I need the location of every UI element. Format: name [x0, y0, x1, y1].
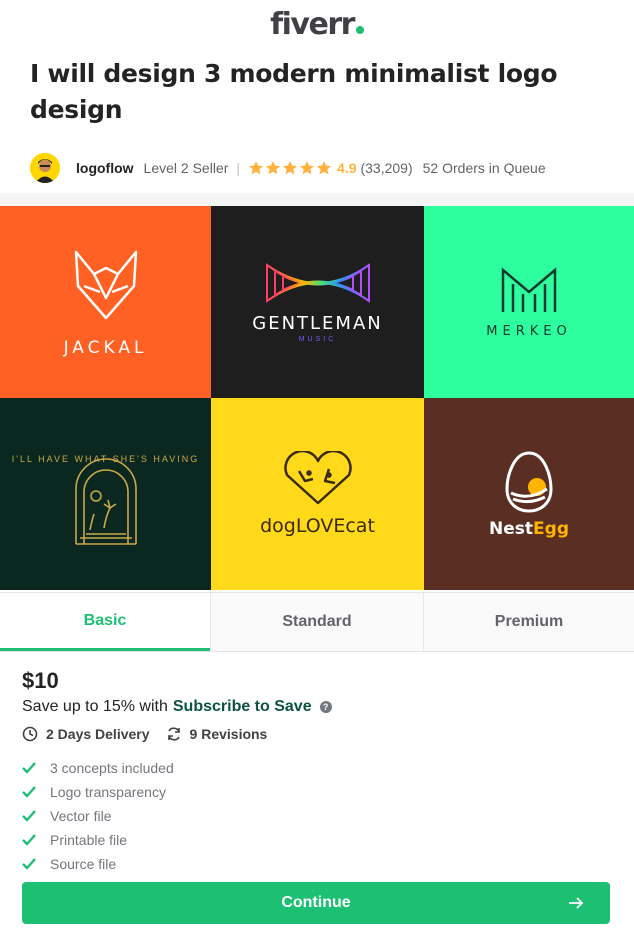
star-icon [316, 161, 332, 175]
gig-title: I will design 3 modern minimalist logo d… [30, 59, 558, 124]
gallery-image-jackal[interactable]: JACKAL [0, 206, 211, 398]
star-icon [299, 161, 315, 175]
delivery-time: 2 Days Delivery [22, 726, 150, 742]
star-icon [248, 161, 264, 175]
feature-list: 3 concepts included Logo transparency Ve… [22, 756, 174, 876]
gallery-band [0, 193, 634, 206]
check-icon [22, 834, 36, 846]
review-count[interactable]: (33,209) [360, 160, 412, 176]
rating-stars [248, 160, 333, 176]
delivery-text: 2 Days Delivery [46, 726, 150, 742]
doglovecat-wordmark: dogLOVEcat [260, 515, 375, 537]
tab-basic[interactable]: Basic [0, 593, 210, 651]
arch-badge-icon [74, 458, 137, 545]
gentleman-subtext: MUSIC [298, 336, 337, 343]
feature-item: Printable file [22, 828, 174, 852]
fiverr-logo[interactable]: fiverr [270, 7, 364, 42]
seller-overview: logoflow Level 2 Seller | 4.9 (33,209) 5… [30, 150, 620, 186]
clock-icon [22, 726, 38, 742]
feature-text: 3 concepts included [50, 760, 174, 776]
star-icon [282, 161, 298, 175]
seller-level: Level 2 Seller [143, 160, 229, 176]
star-icon [265, 161, 281, 175]
refresh-icon [167, 727, 180, 741]
gallery-image-nestegg[interactable]: NestEgg [424, 398, 634, 590]
nestegg-egg-text: Egg [533, 519, 569, 539]
package-tabs: Basic Standard Premium [0, 592, 634, 652]
continue-label: Continue [281, 894, 351, 911]
check-icon [22, 786, 36, 798]
feature-text: Source file [50, 856, 117, 872]
seller-name[interactable]: logoflow [76, 160, 134, 176]
arrow-right-icon [569, 897, 584, 909]
divider: | [236, 160, 241, 176]
heart-pets-icon [283, 451, 352, 505]
feature-text: Logo transparency [50, 784, 166, 800]
gig-gallery[interactable]: JACKAL GENTLEMAN MUSIC MERKEO I'LL HAVE … [0, 206, 634, 590]
m-monogram-icon [501, 266, 557, 312]
logo-text: fiverr [270, 6, 355, 42]
feature-item: Logo transparency [22, 780, 174, 804]
check-icon [22, 810, 36, 822]
help-icon[interactable]: ? [319, 701, 332, 713]
fox-icon [74, 250, 137, 320]
revisions-text: 9 Revisions [189, 726, 268, 742]
orders-in-queue: 52 Orders in Queue [422, 160, 546, 176]
feature-item: Source file [22, 852, 174, 876]
subscribe-to-save-link[interactable]: Subscribe to Save [173, 698, 312, 716]
bowtie-icon [265, 263, 370, 303]
nestegg-wordmark: NestEgg [489, 519, 569, 539]
continue-button[interactable]: Continue [22, 882, 610, 924]
rating-score: 4.9 [337, 160, 357, 176]
gallery-image-having[interactable]: I'LL HAVE WHAT SHE'S HAVING [0, 398, 211, 590]
gallery-image-doglovecat[interactable]: dogLOVEcat [211, 398, 424, 590]
check-icon [22, 762, 36, 774]
merkeo-wordmark: MERKEO [486, 323, 572, 339]
gentleman-wordmark: GENTLEMAN [252, 313, 383, 334]
egg-nest-icon [505, 451, 553, 513]
tab-standard[interactable]: Standard [210, 593, 423, 651]
having-text: I'LL HAVE WHAT SHE'S HAVING [11, 454, 200, 464]
feature-text: Printable file [50, 832, 128, 848]
site-header: fiverr [0, 0, 634, 48]
avatar[interactable] [30, 153, 60, 183]
nestegg-nest-text: Nest [489, 519, 534, 539]
delivery-meta: 2 Days Delivery 9 Revisions [22, 726, 283, 742]
subscribe-save-row: Save up to 15% with Subscribe to Save ? [22, 698, 332, 716]
tab-premium[interactable]: Premium [423, 593, 634, 651]
gallery-image-gentleman[interactable]: GENTLEMAN MUSIC [211, 206, 424, 398]
jackal-wordmark: JACKAL [63, 338, 148, 358]
revisions: 9 Revisions [166, 726, 268, 742]
feature-item: Vector file [22, 804, 174, 828]
feature-text: Vector file [50, 808, 112, 824]
logo-dot [355, 25, 364, 34]
feature-item: 3 concepts included [22, 756, 174, 780]
gallery-image-merkeo[interactable]: MERKEO [424, 206, 634, 398]
package-price: $10 [22, 668, 59, 693]
check-icon [22, 858, 36, 870]
save-text: Save up to 15% with [22, 698, 168, 715]
